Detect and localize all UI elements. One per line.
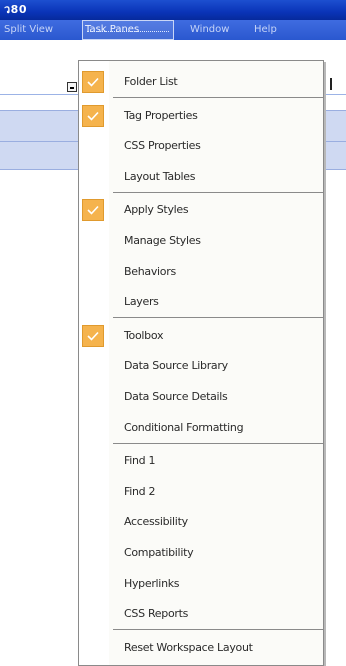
check-icon [82,71,104,93]
menu-item-label: Layers [124,295,159,309]
menu-item[interactable]: Apply Styles [79,195,323,225]
menu-item[interactable]: Data Source Library [79,351,323,381]
menu-item[interactable]: Toolbox [79,321,323,351]
menu-separator [113,629,323,631]
menu-item[interactable]: Conditional Formatting [79,413,323,443]
menu-item-label: Folder List [124,75,178,88]
left-panel [0,100,78,666]
menu-item-label: Find 1 [124,454,156,468]
check-icon [82,324,104,347]
check-icon [82,199,104,222]
right-panel-band-1 [322,110,346,142]
menu-item[interactable]: CSS Properties [79,131,323,161]
menu-item[interactable]: Reset Workspace Layout [79,633,323,663]
menu-item-label: Hyperlinks [124,576,180,590]
menu-item-label: Layout Tables [124,169,196,183]
menu-separator [113,442,323,444]
menu-item[interactable]: Layout Tables [79,162,323,192]
menu-item[interactable]: Manage Styles [79,226,323,256]
menu-item[interactable]: Folder List [79,67,323,97]
menu-split-view[interactable]: Split View [4,20,74,40]
menu-item[interactable]: Find 1 [79,446,323,476]
menu-window[interactable]: Window [190,20,242,40]
dropdown-arrow-icon[interactable] [67,82,77,92]
menu-item[interactable]: Accessibility [79,507,323,537]
menu-bar: Split View Task Panes Window Help [0,20,346,40]
menu-item-label: Conditional Formatting [124,420,244,434]
menu-item-label: Accessibility [124,515,188,529]
menu-item-label: Compatibility [124,546,194,559]
window-title: ว80 [4,3,27,16]
menu-item-label: CSS Properties [124,139,201,153]
menu-separator [113,97,323,99]
menu-item-label: Manage Styles [124,234,201,247]
menu-item[interactable]: Hyperlinks [79,569,323,599]
panel-band-1 [0,110,80,142]
right-panel-band-2 [322,142,346,170]
menu-item[interactable]: Find 2 [79,477,323,507]
menu-item-label: Reset Workspace Layout [124,640,253,654]
menu-separator [113,191,323,193]
panel-band-2 [0,142,80,170]
menu-task-panes[interactable]: Task Panes [82,20,174,40]
menu-item[interactable]: Data Source Details [79,382,323,412]
menu-separator [113,317,323,319]
menu-item-label: Data Source Library [124,359,228,373]
toolbar-right-edge [322,72,346,95]
menu-item-label: CSS Reports [124,607,189,621]
menu-item-label: Tag Properties [124,108,198,122]
menu-item[interactable]: CSS Reports [79,599,323,629]
menu-item-label: Find 2 [124,484,156,498]
menu-item-label: Toolbox [124,328,164,342]
menu-item[interactable]: Layers [79,287,323,317]
menu-help[interactable]: Help [254,20,294,40]
window-titlebar: ว80 [0,0,346,20]
menu-item-label: Data Source Details [124,390,228,403]
task-panes-dropdown-menu: Folder List Tag Properties CSS Properties L… [78,60,324,666]
menu-item[interactable]: Behaviors [79,257,323,287]
menu-item[interactable]: Tag Properties [79,101,323,131]
menu-item-label: Behaviors [124,264,176,278]
menu-item-label: Apply Styles [124,203,189,217]
check-icon [82,104,104,127]
menu-item[interactable]: Compatibility [79,538,323,568]
